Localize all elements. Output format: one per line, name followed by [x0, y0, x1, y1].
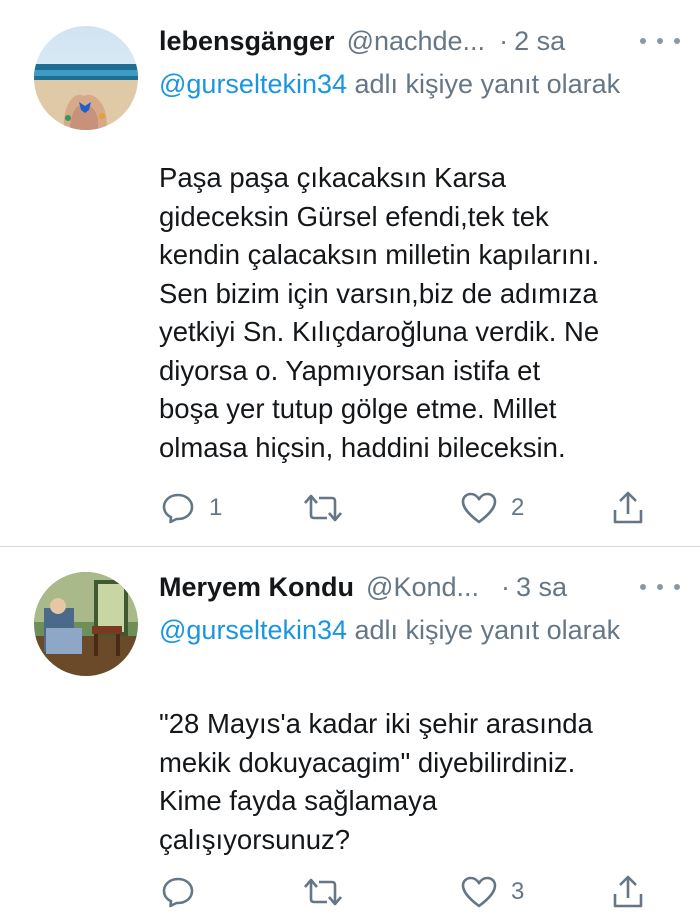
reply-context: @gurseltekin34 adlı kişiye yanıt olarak — [159, 608, 639, 652]
avatar[interactable] — [34, 572, 138, 676]
display-name[interactable]: Meryem Kondu — [159, 572, 354, 603]
timestamp[interactable]: 2 sa — [514, 26, 565, 57]
tweet-text: "28 Mayıs'a kadar iki şehir arasında mek… — [159, 708, 593, 855]
tweet-actions: 1 2 — [159, 488, 659, 528]
more-icon[interactable] — [640, 29, 680, 53]
heart-icon — [461, 875, 497, 909]
tweet[interactable]: lebensgänger @nachde... · 2 sa @gurselte… — [0, 0, 700, 546]
reply-button[interactable]: 1 — [161, 488, 222, 528]
user-handle[interactable]: @nachde... — [347, 26, 486, 57]
reply-context-text: adlı kişiye yanıt olarak — [347, 69, 621, 99]
share-button[interactable] — [611, 872, 645, 912]
like-count: 3 — [511, 878, 525, 905]
tweet-header: lebensgänger @nachde... · 2 sa — [159, 21, 680, 61]
retweet-button[interactable] — [303, 872, 357, 912]
retweet-icon — [303, 491, 343, 525]
display-name[interactable]: lebensgänger — [159, 26, 335, 57]
mention-link[interactable]: @gurseltekin34 — [159, 615, 347, 645]
separator: · — [499, 25, 509, 56]
retweet-button[interactable] — [303, 488, 357, 528]
like-button[interactable]: 3 — [461, 872, 524, 912]
tweet-actions: 3 — [159, 872, 659, 912]
reply-context: @gurseltekin34 adlı kişiye yanıt olarak — [159, 62, 639, 106]
share-icon — [611, 490, 645, 526]
tweet[interactable]: Meryem Kondu @Kond... · 3 sa @gurselteki… — [0, 547, 700, 924]
mention-link[interactable]: @gurseltekin34 — [159, 69, 347, 99]
heart-icon — [461, 491, 497, 525]
share-button[interactable] — [611, 488, 645, 528]
reply-button[interactable] — [161, 872, 209, 912]
comment-icon — [161, 491, 195, 525]
more-icon[interactable] — [640, 575, 680, 599]
tweet-header: Meryem Kondu @Kond... · 3 sa — [159, 567, 680, 607]
retweet-icon — [303, 875, 343, 909]
reply-count: 1 — [209, 494, 223, 521]
reply-context-text: adlı kişiye yanıt olarak — [347, 615, 621, 645]
like-button[interactable]: 2 — [461, 488, 524, 528]
share-icon — [611, 874, 645, 910]
like-count: 2 — [511, 494, 525, 521]
tweet-text: Paşa paşa çıkacaksın Karsa gideceksin Gü… — [159, 162, 600, 463]
comment-icon — [161, 875, 195, 909]
separator: · — [501, 571, 511, 602]
user-handle[interactable]: @Kond... — [366, 572, 479, 603]
timestamp[interactable]: 3 sa — [516, 572, 567, 603]
avatar[interactable] — [34, 26, 138, 130]
